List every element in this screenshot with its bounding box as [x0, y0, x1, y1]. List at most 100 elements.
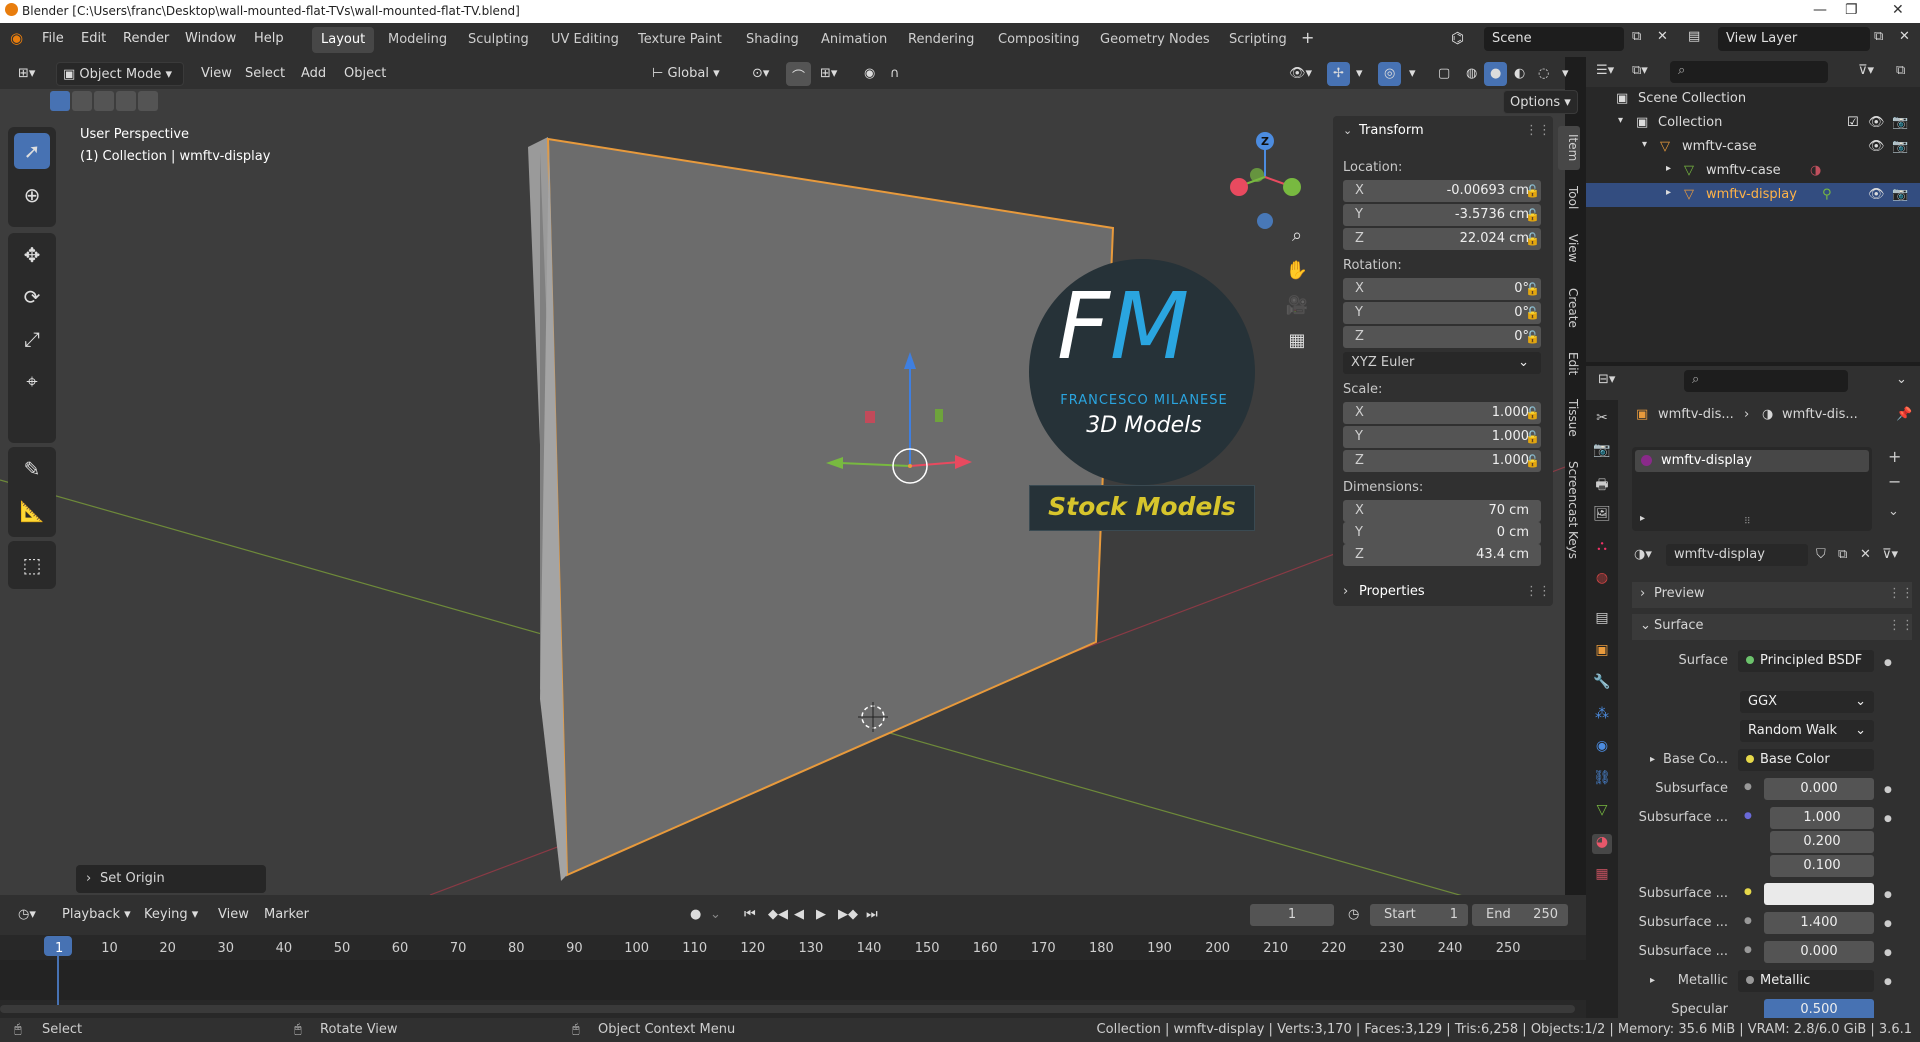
select-subtract-icon[interactable]	[94, 91, 114, 111]
falloff-icon[interactable]: ∩	[884, 62, 906, 86]
texture-tab-icon[interactable]: ▦	[1592, 866, 1612, 886]
options-button[interactable]: Options ▾	[1503, 90, 1578, 114]
breadcrumb-material[interactable]: wmftv-dis...	[1782, 407, 1858, 422]
chevron-right-icon[interactable]: ▸	[1666, 187, 1671, 198]
play-reverse-icon[interactable]: ◀	[788, 903, 810, 927]
properties-panel-title[interactable]: Properties	[1359, 584, 1425, 599]
proportional-edit-icon[interactable]: ◉	[858, 62, 881, 86]
outliner-search-input[interactable]: ⌕	[1670, 61, 1828, 83]
outliner-scene-collection[interactable]: ▣ Scene Collection	[1586, 87, 1920, 111]
tab-modeling[interactable]: Modeling	[379, 27, 456, 53]
lock-icon[interactable]: 🔓	[1525, 454, 1540, 468]
tab-texture-paint[interactable]: Texture Paint	[629, 27, 731, 53]
tab-layout[interactable]: Layout	[312, 27, 375, 53]
collection-tab-icon[interactable]: ▤	[1592, 610, 1612, 630]
subsurface-color-swatch[interactable]	[1764, 883, 1874, 905]
menu-select[interactable]: Select	[239, 62, 291, 86]
camera-icon[interactable]: 📷	[1892, 139, 1908, 154]
menu-object[interactable]: Object	[338, 62, 392, 86]
chevron-right-icon[interactable]: ▸	[1666, 163, 1671, 174]
scene-icon[interactable]: ⌬	[1451, 29, 1464, 47]
link-mode-icon[interactable]: ⊽▾	[1882, 547, 1898, 562]
drag-handle-icon[interactable]: ⋮⋮	[1888, 586, 1914, 601]
scale-y-field[interactable]: Y 1.000	[1343, 426, 1541, 448]
tab-animation[interactable]: Animation	[812, 27, 896, 53]
subsurface-radius-x-field[interactable]: 1.000	[1770, 807, 1874, 829]
distribution-select[interactable]: GGX ⌄	[1740, 691, 1874, 713]
new-view-layer-icon[interactable]: ⧉	[1874, 29, 1883, 44]
last-operator-panel[interactable]: › Set Origin	[76, 865, 266, 893]
jump-start-icon[interactable]: ⏮	[738, 903, 762, 927]
drag-handle-icon[interactable]: ⋮⋮	[1525, 584, 1551, 599]
lock-icon[interactable]: 🔓	[1525, 232, 1540, 246]
outliner-item-wmftv-display[interactable]: ▸ ▽ wmftv-display ⚲ 👁 📷	[1586, 183, 1920, 207]
new-scene-icon[interactable]: ⧉	[1632, 29, 1641, 44]
rotation-y-field[interactable]: Y 0°	[1343, 302, 1541, 324]
chevron-down-icon[interactable]: ⌄	[1896, 372, 1907, 387]
view-layer-tab-icon[interactable]: 🖼	[1592, 506, 1612, 526]
subsurface-ior-field[interactable]: 1.400	[1764, 912, 1874, 934]
keyframe-dot-icon[interactable]: ●	[1884, 785, 1892, 795]
keyframe-dot-icon[interactable]: ●	[1884, 814, 1892, 824]
select-intersect-icon[interactable]	[138, 91, 158, 111]
scale-tool-icon[interactable]: ⤢	[14, 321, 50, 357]
menu-edit[interactable]: Edit	[81, 31, 106, 46]
resize-handle-icon[interactable]: ⠿	[1744, 517, 1751, 527]
tab-sculpting[interactable]: Sculpting	[459, 27, 538, 53]
chevron-down-icon[interactable]: ▾	[1642, 139, 1647, 150]
rotation-z-field[interactable]: Z 0°	[1343, 326, 1541, 348]
fake-user-icon[interactable]: ⛉	[1816, 547, 1826, 562]
keyframe-dot-icon[interactable]: ●	[1884, 919, 1892, 929]
menu-marker[interactable]: Marker	[258, 903, 315, 927]
menu-help[interactable]: Help	[254, 31, 284, 46]
preview-panel-header[interactable]: › Preview ⋮⋮	[1632, 582, 1914, 608]
material-name-field[interactable]: wmftv-display	[1666, 544, 1808, 566]
dimensions-z-field[interactable]: Z 43.4 cm	[1343, 544, 1541, 566]
particles-tab-icon[interactable]: ⁂	[1592, 706, 1612, 726]
keyframe-dot-icon[interactable]: ●	[1884, 890, 1892, 900]
menu-window[interactable]: Window	[185, 31, 236, 46]
data-tab-icon[interactable]: ▽	[1592, 802, 1612, 822]
menu-view[interactable]: View	[195, 62, 238, 86]
material-tab-icon[interactable]: ◕	[1592, 834, 1612, 854]
tab-item[interactable]: Item	[1558, 126, 1580, 170]
menu-render[interactable]: Render	[123, 31, 169, 46]
pan-hand-icon[interactable]: ✋	[1283, 260, 1311, 288]
outliner-collection[interactable]: ▾ ▣ Collection ☑ 👁 📷	[1586, 111, 1920, 135]
material-browse-icon[interactable]: ◑▾	[1634, 547, 1652, 562]
menu-add[interactable]: Add	[295, 62, 332, 86]
annotate-tool-icon[interactable]: ✎	[14, 451, 50, 487]
select-invert-icon[interactable]	[116, 91, 136, 111]
select-new-icon[interactable]	[50, 91, 70, 111]
chevron-down-icon[interactable]: ⌄	[1888, 504, 1899, 519]
maximize-icon[interactable]: ❐	[1845, 2, 1858, 18]
material-shading-icon[interactable]: ◐	[1508, 62, 1531, 86]
transform-panel-title[interactable]: Transform	[1359, 123, 1424, 138]
camera-icon[interactable]: 📷	[1892, 187, 1908, 202]
overlay-dropdown-icon[interactable]: ▾	[1403, 62, 1422, 86]
base-color-field[interactable]: Base Color	[1738, 749, 1874, 771]
lock-icon[interactable]: 🔓	[1525, 430, 1540, 444]
select-box-tool-icon[interactable]: ➚	[14, 133, 50, 169]
properties-search-input[interactable]: ⌕	[1684, 370, 1848, 392]
location-z-field[interactable]: Z 22.024 cm	[1343, 228, 1541, 250]
lock-icon[interactable]: 🔓	[1525, 406, 1540, 420]
timeline-editor-icon[interactable]: ◷▾	[12, 903, 42, 927]
scene-tab-icon[interactable]: ⛬	[1592, 538, 1612, 558]
play-icon[interactable]: ▶	[810, 903, 832, 927]
tab-screencast-keys[interactable]: Screencast Keys	[1558, 452, 1580, 568]
subsurface-anisotropy-field[interactable]: 0.000	[1764, 941, 1874, 963]
menu-file[interactable]: File	[42, 31, 64, 46]
remove-slot-icon[interactable]: −	[1888, 472, 1901, 491]
timeline-scrollbar[interactable]	[0, 1005, 1575, 1013]
jump-end-icon[interactable]: ⏭	[860, 903, 884, 927]
render-tab-icon[interactable]: 📷	[1592, 442, 1612, 462]
editor-type-icon[interactable]: ⊞▾	[12, 62, 41, 86]
start-frame-field[interactable]: Start 1	[1370, 904, 1468, 926]
chevron-down-icon[interactable]: ▾	[1618, 115, 1623, 126]
lock-icon[interactable]: 🔓	[1525, 208, 1540, 222]
metallic-field[interactable]: Metallic	[1738, 970, 1874, 992]
gizmo-dropdown-icon[interactable]: ▾	[1350, 62, 1369, 86]
menu-timeline-view[interactable]: View	[212, 903, 255, 927]
subsurface-radius-z-field[interactable]: 0.100	[1770, 855, 1874, 877]
